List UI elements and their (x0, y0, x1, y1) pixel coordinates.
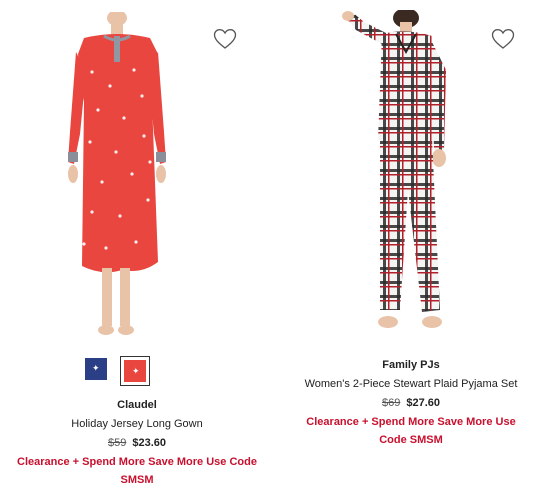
product-brand[interactable]: Claudel (0, 397, 274, 413)
original-price: $69 (381, 397, 401, 409)
deer-icon: ✦ (132, 366, 140, 376)
heart-icon[interactable] (212, 27, 238, 51)
original-price: $59 (107, 437, 127, 449)
swatch-red-selected[interactable]: ✦ (120, 356, 150, 386)
product-info: Claudel Holiday Jersey Long Gown $59 $23.… (0, 397, 274, 489)
deer-icon: ✦ (92, 363, 100, 373)
promo-text: Clearance + Spend More Save More Use Cod… (17, 456, 257, 486)
product-name[interactable]: Holiday Jersey Long Gown (0, 415, 274, 433)
swatch-navy[interactable]: ✦ (85, 358, 107, 380)
price-row: $69 $27.60 (274, 394, 548, 412)
product-card-gown[interactable]: ✦ ✦ Claudel Holiday Jersey Long Gown $59… (0, 0, 274, 489)
price-row: $59 $23.60 (0, 434, 274, 452)
promo-text: Clearance + Spend More Save More Use Cod… (306, 416, 516, 446)
product-brand[interactable]: Family PJs (274, 357, 548, 373)
product-image-pyjama[interactable] (322, 10, 482, 340)
color-swatches: ✦ ✦ (84, 356, 164, 386)
product-info: Family PJs Women's 2-Piece Stewart Plaid… (274, 357, 548, 449)
product-card-pyjama[interactable]: Family PJs Women's 2-Piece Stewart Plaid… (274, 0, 548, 489)
sale-price: $27.60 (406, 397, 440, 409)
heart-icon[interactable] (490, 27, 516, 51)
sale-price: $23.60 (132, 437, 166, 449)
product-name[interactable]: Women's 2-Piece Stewart Plaid Pyjama Set (274, 375, 548, 393)
product-image-gown[interactable] (62, 12, 172, 342)
